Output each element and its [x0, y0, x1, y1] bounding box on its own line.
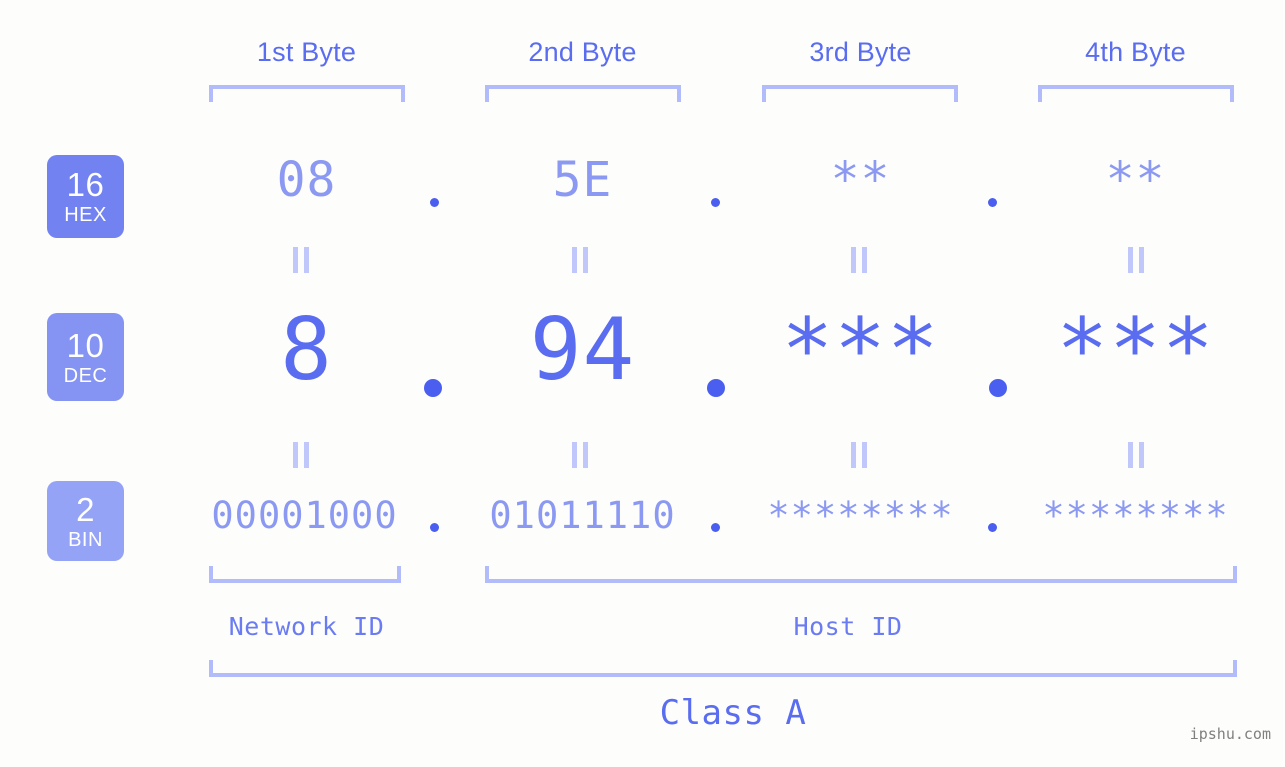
hex-byte-4-value: **	[1105, 152, 1166, 208]
network-id-bracket	[209, 566, 401, 583]
byte-header-3: 3rd Byte	[809, 37, 912, 67]
equals-icon-dec-bin-4	[1127, 442, 1146, 468]
dec-separator-dot-1	[424, 379, 442, 397]
base-badge-bin-number: 2	[76, 490, 95, 528]
base-badge-dec: 10 DEC	[47, 313, 124, 401]
base-badge-bin: 2 BIN	[47, 481, 124, 561]
bin-byte-3-value: ********	[767, 494, 954, 537]
bin-byte-4-value: ********	[1042, 494, 1229, 537]
base-badge-hex-name: HEX	[64, 204, 107, 226]
dec-byte-1-value: 8	[280, 300, 333, 400]
equals-icon-hex-dec-3	[850, 247, 869, 273]
hex-byte-1-value: 08	[276, 152, 337, 208]
byte-header-4: 4th Byte	[1085, 37, 1186, 67]
equals-icon-dec-bin-2	[571, 442, 590, 468]
equals-icon-hex-dec-4	[1127, 247, 1146, 273]
hex-separator-dot-3	[988, 198, 997, 207]
equals-icon-dec-bin-1	[292, 442, 311, 468]
byte-bracket-2	[485, 85, 681, 102]
base-badge-bin-name: BIN	[68, 528, 103, 551]
byte-header-2: 2nd Byte	[528, 37, 637, 67]
network-id-label: Network ID	[228, 612, 385, 641]
hex-separator-dot-1	[430, 198, 439, 207]
equals-icon-hex-dec-2	[571, 247, 590, 273]
dec-byte-2-value: 94	[529, 300, 636, 400]
dec-byte-3-value: ***	[781, 300, 940, 400]
class-bracket	[209, 660, 1237, 677]
hex-byte-2-value: 5E	[552, 152, 613, 208]
hex-separator-dot-2	[711, 198, 720, 207]
byte-bracket-1	[209, 85, 405, 102]
host-id-label: Host ID	[793, 612, 903, 641]
host-id-bracket	[485, 566, 1237, 583]
equals-icon-hex-dec-1	[292, 247, 311, 273]
class-label: Class A	[659, 693, 807, 733]
bin-separator-dot-1	[430, 523, 439, 532]
equals-icon-dec-bin-3	[850, 442, 869, 468]
dec-separator-dot-2	[707, 379, 725, 397]
ip-byte-diagram: 1st Byte 2nd Byte 3rd Byte 4th Byte 16 H…	[0, 0, 1285, 767]
byte-bracket-3	[762, 85, 958, 102]
bin-byte-2-value: 01011110	[489, 494, 676, 537]
bin-separator-dot-3	[988, 523, 997, 532]
dec-separator-dot-3	[989, 379, 1007, 397]
byte-bracket-4	[1038, 85, 1234, 102]
hex-byte-3-value: **	[830, 152, 891, 208]
base-badge-hex-number: 16	[66, 166, 105, 203]
base-badge-hex: 16 HEX	[47, 155, 124, 238]
bin-separator-dot-2	[711, 523, 720, 532]
bin-byte-1-value: 00001000	[211, 494, 398, 537]
site-watermark: ipshu.com	[1189, 725, 1271, 743]
byte-header-1: 1st Byte	[256, 37, 357, 67]
base-badge-dec-number: 10	[66, 326, 105, 364]
dec-byte-4-value: ***	[1056, 300, 1215, 400]
base-badge-dec-name: DEC	[63, 364, 108, 387]
